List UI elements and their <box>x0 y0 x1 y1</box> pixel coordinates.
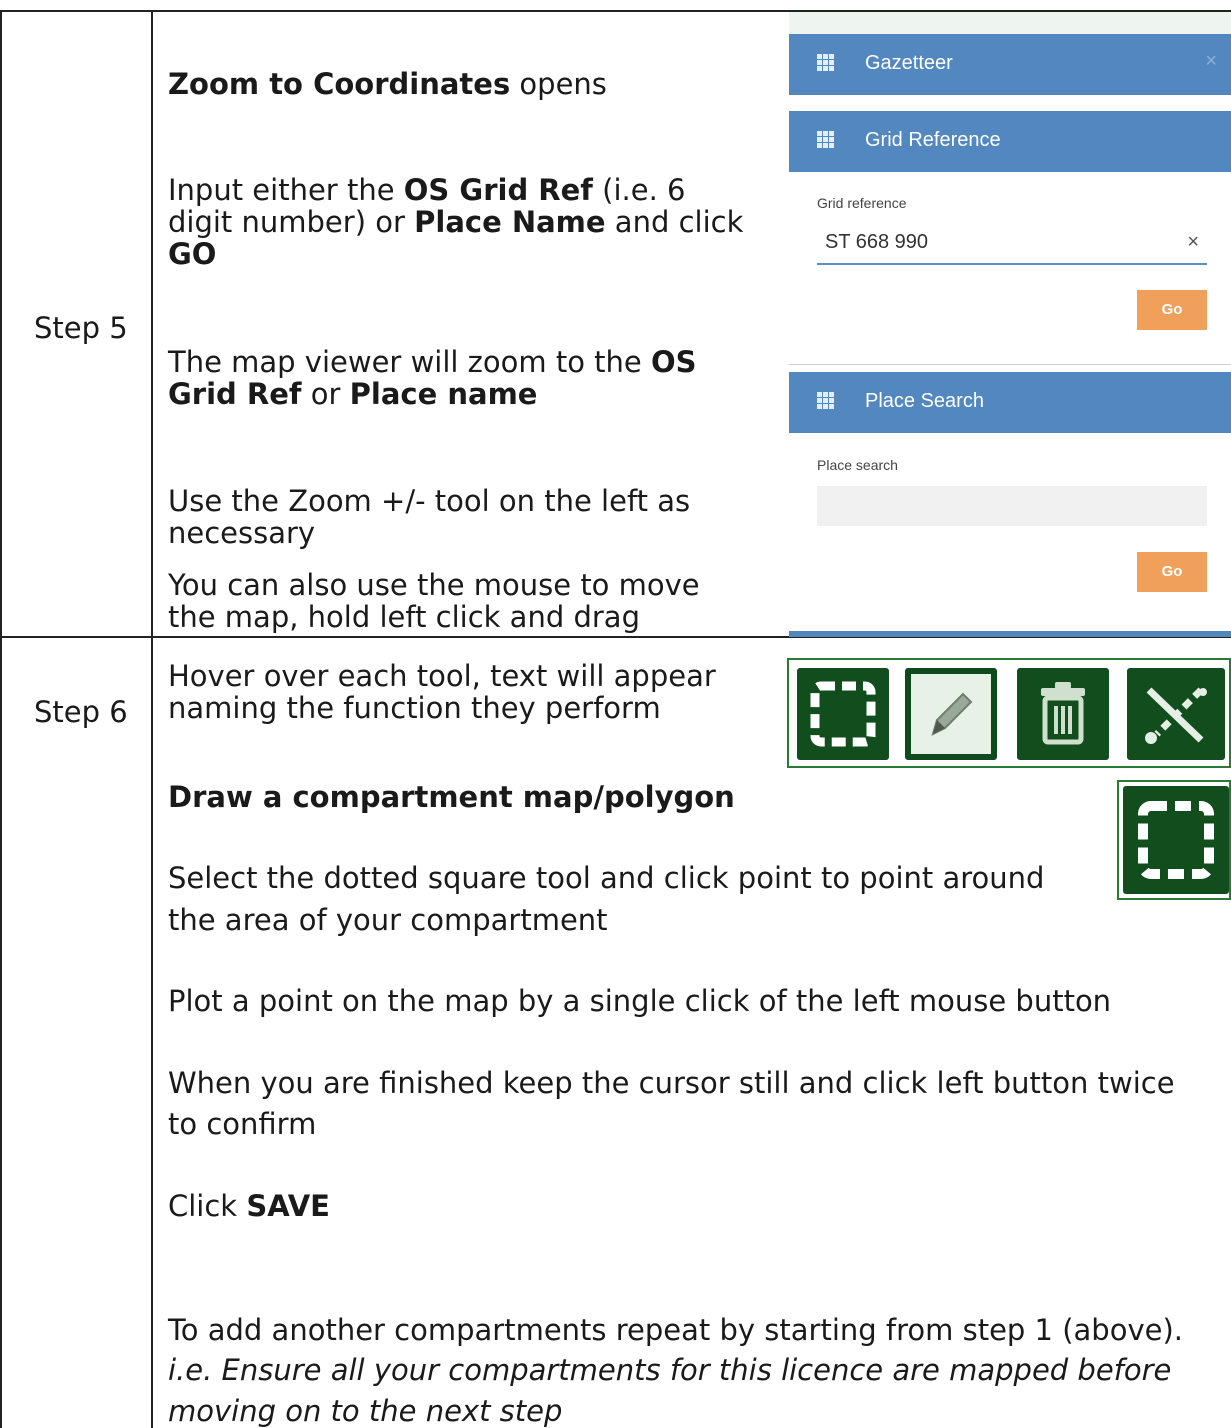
place-search-title: Place Search <box>865 390 984 412</box>
draw-polygon-tool-preview <box>1117 780 1231 900</box>
step6-ensure-note-2: moving on to the next step <box>168 1394 563 1428</box>
split-button[interactable] <box>1127 668 1225 760</box>
delete-trash-icon <box>1041 682 1085 745</box>
step5-zoom-note-2: Grid Ref or Place name <box>168 377 538 411</box>
step5-label: Step 5 <box>34 311 128 345</box>
edit-pencil-icon <box>931 692 973 736</box>
step5-input-instruction-3: GO <box>168 237 217 271</box>
step5-input-instruction: Input either the OS Grid Ref (i.e. 6 <box>168 173 686 207</box>
step6-select-note-2: the area of your compartment <box>168 903 608 937</box>
step6-plot-note: Plot a point on the map by a single clic… <box>168 984 1112 1018</box>
draw-polygon-heading: Draw a compartment map/polygon <box>168 780 735 814</box>
step5-mouse-note-2: the map, hold left click and drag <box>168 600 640 634</box>
step6-save-note: Click SAVE <box>168 1189 330 1223</box>
step5-zoom-tool-note: Use the Zoom +/- tool on the left as <box>168 484 691 518</box>
draw-polygon-button-large[interactable] <box>1123 786 1229 894</box>
grid-reference-label: Grid reference <box>817 195 907 211</box>
drawing-toolbar <box>787 658 1231 768</box>
gazetteer-title: Gazetteer <box>865 52 953 74</box>
scissors-split-icon <box>1145 687 1207 744</box>
panel-top-strip <box>789 12 1231 34</box>
place-search-label: Place search <box>817 457 898 473</box>
gazetteer-panel: Gazetteer × Grid Reference Grid referenc… <box>789 12 1231 637</box>
panel-bottom-bar <box>789 631 1231 637</box>
grid-icon <box>816 392 834 410</box>
grid-icon <box>816 54 834 72</box>
draw-polygon-icon <box>810 681 876 747</box>
step6-finish-note: When you are finished keep the cursor st… <box>168 1066 1175 1100</box>
step5-input-instruction-2: digit number) or Place Name and click <box>168 205 744 239</box>
delete-button[interactable] <box>1017 668 1109 760</box>
gazetteer-header[interactable]: Gazetteer × <box>789 34 1231 95</box>
grid-reference-input[interactable]: ST 668 990 × <box>817 223 1207 265</box>
clear-icon[interactable]: × <box>1187 231 1199 254</box>
edit-button[interactable] <box>905 668 997 760</box>
place-go-button[interactable]: Go <box>1137 552 1207 592</box>
step5-mouse-note: You can also use the mouse to move <box>168 568 700 602</box>
step5-zoom-heading: Zoom to Coordinates opens <box>168 67 607 101</box>
step6-ensure-note: i.e. Ensure all your compartments for th… <box>168 1353 1172 1387</box>
step6-finish-note-2: to confirm <box>168 1107 317 1141</box>
place-search-header[interactable]: Place Search <box>789 372 1231 433</box>
grid-icon <box>816 131 834 149</box>
grid-go-button[interactable]: Go <box>1137 290 1207 330</box>
step6-repeat-note: To add another compartments repeat by st… <box>168 1313 1183 1347</box>
step6-label: Step 6 <box>34 695 128 729</box>
place-search-input[interactable] <box>817 486 1207 526</box>
step5-zoom-tool-note-2: necessary <box>168 516 316 550</box>
grid-reference-header[interactable]: Grid Reference <box>789 111 1231 172</box>
grid-reference-title: Grid Reference <box>865 129 1001 151</box>
step5-zoom-note: The map viewer will zoom to the OS <box>168 345 697 379</box>
step6-select-note: Select the dotted square tool and click … <box>168 861 1045 895</box>
draw-polygon-button[interactable] <box>797 668 889 760</box>
divider <box>789 364 1231 365</box>
step6-hover-note: Hover over each tool, text will appear <box>168 659 716 693</box>
step6-hover-note-2: naming the function they perform <box>168 691 661 725</box>
draw-polygon-icon <box>1138 801 1214 879</box>
grid-reference-value: ST 668 990 <box>825 231 929 253</box>
close-icon[interactable]: × <box>1205 50 1217 73</box>
